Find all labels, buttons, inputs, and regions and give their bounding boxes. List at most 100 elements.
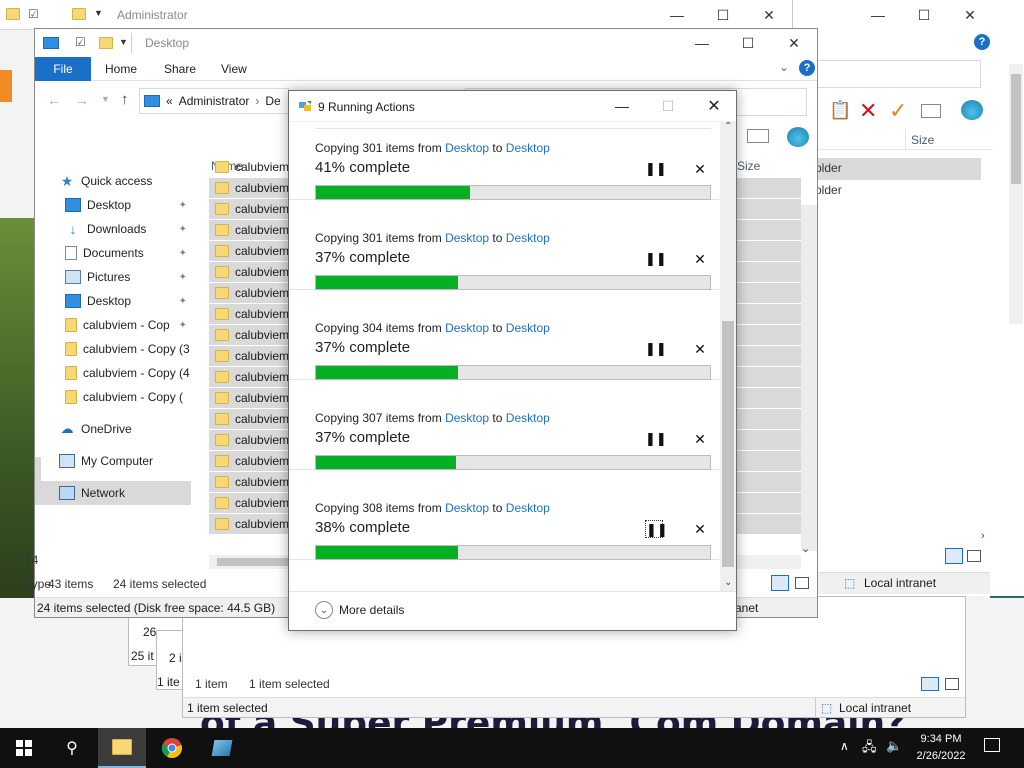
properties-icon[interactable]: ☑ (75, 35, 86, 49)
large-icons-view-icon[interactable] (795, 577, 809, 589)
vertical-scrollbar[interactable]: ⌃ ⌄ (720, 121, 736, 591)
maximize-button[interactable]: ☐ (645, 91, 691, 121)
pause-button[interactable]: ❚❚ (645, 250, 667, 268)
breadcrumb-overflow[interactable]: « (166, 94, 173, 108)
breadcrumb-desktop[interactable]: De (265, 94, 280, 108)
details-view-icon[interactable] (921, 677, 939, 691)
tab-home[interactable]: Home (105, 62, 137, 76)
up-arrow-icon[interactable]: ↑ (121, 91, 129, 108)
breadcrumb-chevron-icon[interactable]: › (255, 94, 259, 108)
pause-button[interactable]: ❚❚ (645, 520, 668, 538)
nav-quick-access[interactable]: ★ Quick access (59, 169, 215, 193)
notifications-icon[interactable] (984, 738, 1000, 752)
rename-icon[interactable] (921, 104, 941, 118)
nav-desktop-2[interactable]: Desktop ✦ (65, 289, 191, 313)
shell-icon[interactable] (961, 100, 983, 120)
details-view-icon[interactable] (945, 548, 963, 564)
back-window-administrator[interactable]: ☑ ▼ Administrator — ☐ ✕ (0, 0, 792, 30)
cancel-button[interactable]: ✕ (691, 160, 709, 178)
cancel-button[interactable]: ✕ (691, 520, 709, 538)
new-folder-icon[interactable] (99, 37, 113, 49)
pause-button[interactable]: ❚❚ (645, 430, 667, 448)
minimize-button[interactable]: — (855, 0, 901, 30)
destination-link[interactable]: Desktop (506, 501, 550, 515)
maximize-button[interactable]: ☐ (901, 0, 947, 30)
delete-icon[interactable]: ✕ (859, 98, 877, 124)
scroll-down-icon[interactable]: ⌄ (724, 577, 732, 588)
running-actions-dialog[interactable]: 9 Running Actions — ☐ ✕ Copying 301 item… (288, 90, 737, 631)
shell-icon[interactable] (787, 127, 809, 147)
source-link[interactable]: Desktop (445, 321, 489, 335)
nav-my-computer[interactable]: My Computer (59, 449, 215, 473)
file-list-scroll-area[interactable] (801, 205, 817, 551)
nav-downloads[interactable]: ↓ Downloads ✦ (65, 217, 191, 241)
show-hidden-icons-icon[interactable]: ∧ (840, 739, 849, 753)
minimize-button[interactable]: — (654, 0, 700, 30)
destination-link[interactable]: Desktop (506, 411, 550, 425)
scroll-down-icon[interactable]: ⌄ (801, 542, 810, 555)
cancel-button[interactable]: ✕ (691, 340, 709, 358)
nav-folder[interactable]: calubviem - Copy (4 (65, 361, 191, 385)
destination-link[interactable]: Desktop (506, 141, 550, 155)
tab-share[interactable]: Share (164, 62, 196, 76)
close-button[interactable]: ✕ (746, 0, 792, 30)
rename-icon[interactable] (747, 129, 769, 143)
list-item[interactable]: older (807, 158, 981, 180)
destination-link[interactable]: Desktop (506, 321, 550, 335)
minimize-button[interactable]: — (599, 91, 645, 121)
close-button[interactable]: ✕ (771, 29, 817, 57)
cancel-button[interactable]: ✕ (691, 250, 709, 268)
source-link[interactable]: Desktop (445, 501, 489, 515)
maximize-button[interactable]: ☐ (700, 0, 746, 30)
nav-folder[interactable]: calubviem - Cop ✦ (65, 313, 191, 337)
scrollbar-thumb[interactable] (722, 321, 734, 567)
quick-access-dropdown-icon[interactable]: ▼ (119, 37, 128, 47)
help-icon[interactable]: ? (974, 34, 990, 50)
pause-button[interactable]: ❚❚ (645, 160, 667, 178)
taskbar-chrome[interactable] (148, 728, 196, 768)
back-window-right[interactable]: — ☐ ✕ ⌄ ? 📋 ✕ ✓ Size older older › (792, 0, 1024, 596)
source-link[interactable]: Desktop (445, 141, 489, 155)
nav-folder[interactable]: calubviem - Copy (3 (65, 337, 191, 361)
forward-arrow-icon[interactable]: → (75, 92, 89, 108)
close-button[interactable]: ✕ (691, 91, 737, 121)
destination-link[interactable]: Desktop (506, 231, 550, 245)
nav-desktop[interactable]: Desktop ✦ (65, 193, 191, 217)
source-link[interactable]: Desktop (445, 231, 489, 245)
large-icons-view-icon[interactable] (967, 550, 981, 562)
address-bar[interactable]: « Administrator › De (139, 88, 289, 114)
clock[interactable]: 9:34 PM 2/26/2022 (910, 731, 972, 765)
pause-button[interactable]: ❚❚ (645, 340, 667, 358)
tab-view[interactable]: View (221, 62, 247, 76)
nav-onedrive[interactable]: ☁ OneDrive (59, 417, 215, 441)
source-link[interactable]: Desktop (445, 411, 489, 425)
dialog-title-bar[interactable]: 9 Running Actions — ☐ ✕ (289, 91, 736, 121)
close-button[interactable]: ✕ (947, 0, 993, 30)
properties-icon[interactable]: ☑ (28, 7, 39, 21)
title-bar[interactable]: ☑ ▼ Desktop — ☐ ✕ (35, 29, 817, 57)
quick-access-dropdown-icon[interactable]: ▼ (94, 8, 103, 18)
help-icon[interactable]: ? (799, 60, 815, 76)
nav-folder[interactable]: calubviem - Copy ( (65, 385, 191, 409)
start-button[interactable] (0, 728, 48, 768)
ribbon-expand-icon[interactable]: ⌄ (779, 60, 789, 74)
search-button[interactable]: ⚲ (48, 728, 96, 768)
column-size[interactable]: Size (911, 133, 934, 147)
large-icons-view-icon[interactable] (945, 678, 959, 690)
clipboard-icon[interactable]: 📋 (829, 100, 851, 121)
recent-dropdown-icon[interactable]: ▼ (101, 94, 110, 104)
volume-icon[interactable]: 🔈 (886, 738, 902, 754)
network-icon[interactable]: 🖧 (862, 738, 877, 760)
details-view-icon[interactable] (771, 575, 789, 591)
back-arrow-icon[interactable]: ← (47, 92, 61, 108)
more-details-button[interactable]: ⌄ More details (315, 601, 404, 619)
list-item[interactable]: older (807, 180, 981, 202)
new-folder-icon[interactable] (72, 8, 86, 20)
tab-file[interactable]: File (35, 57, 91, 81)
taskbar-app[interactable] (198, 728, 246, 768)
check-icon[interactable]: ✓ (889, 98, 907, 124)
nav-documents[interactable]: Documents ✦ (65, 241, 191, 265)
vertical-scrollbar[interactable] (1009, 64, 1023, 324)
scrollbar-thumb[interactable] (1011, 74, 1021, 184)
nav-network[interactable]: Network (35, 481, 191, 505)
